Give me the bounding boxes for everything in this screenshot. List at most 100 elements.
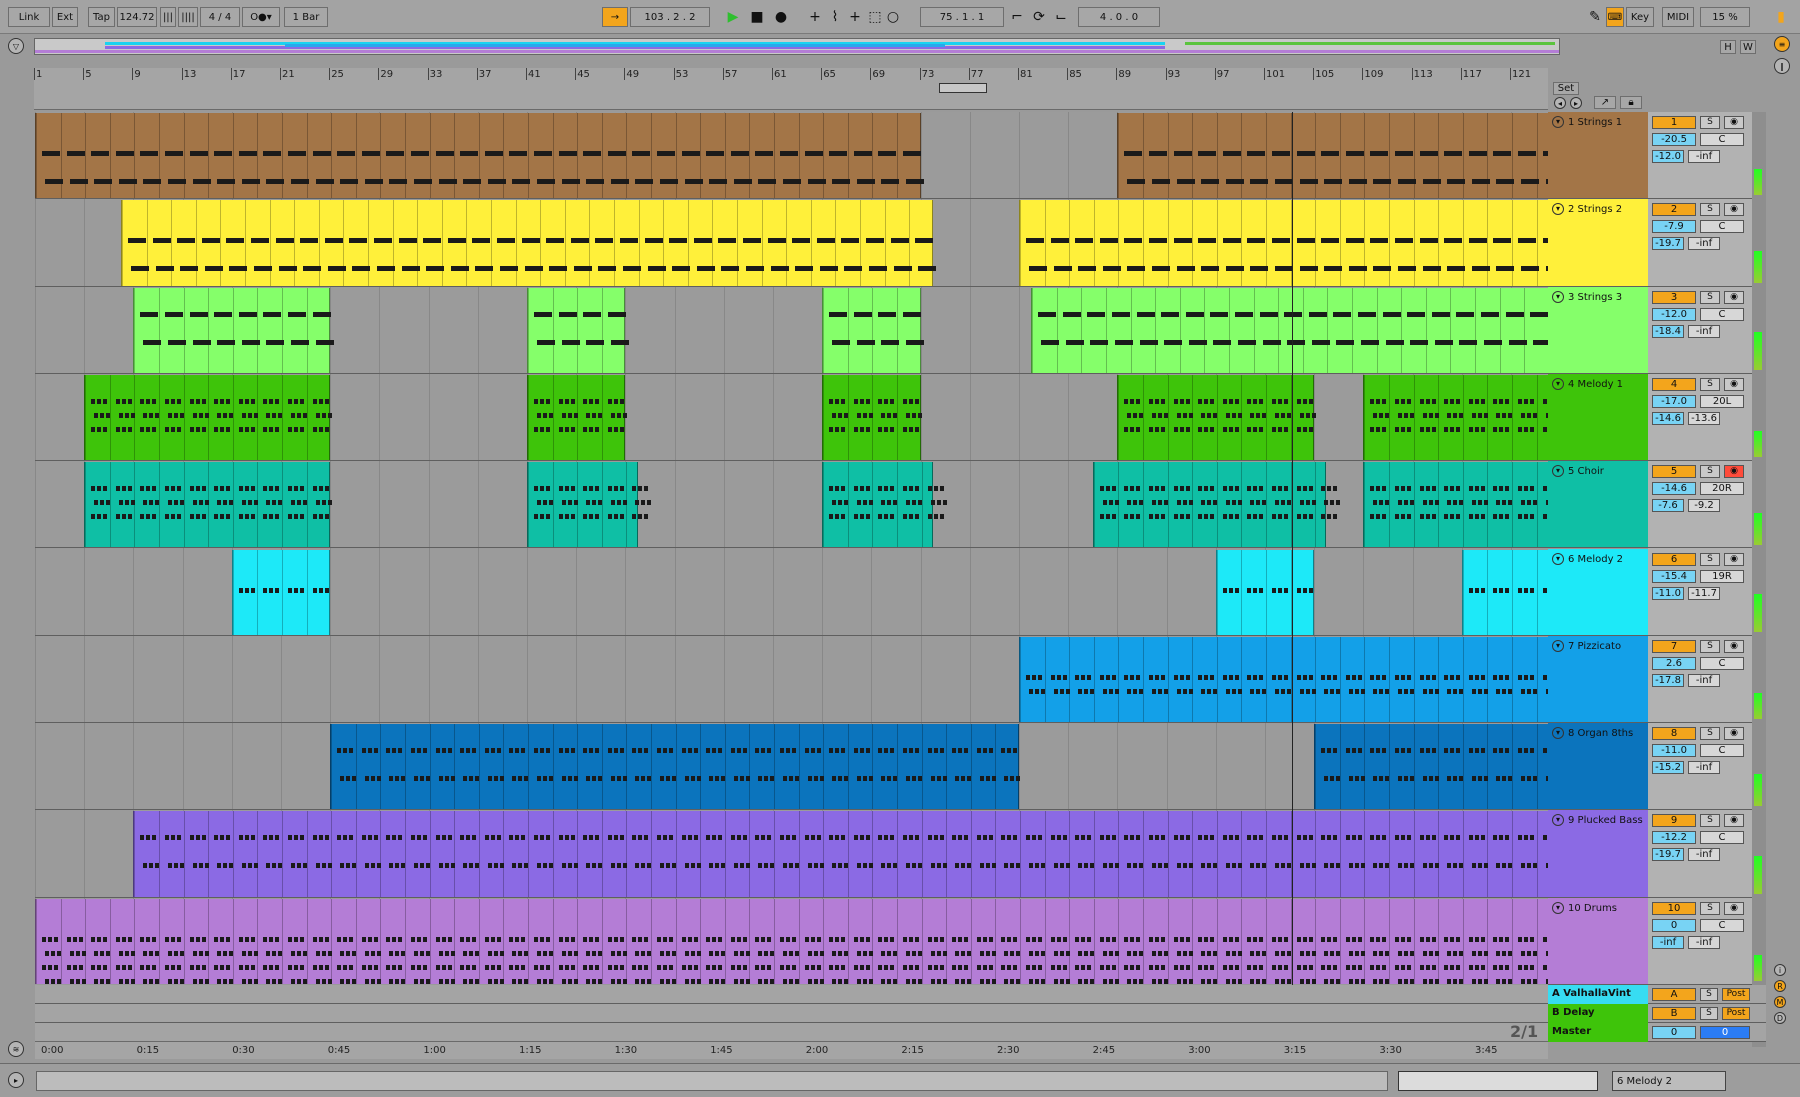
midi-clip[interactable]	[822, 374, 922, 461]
send-b-field[interactable]: -11.7	[1688, 586, 1720, 600]
midi-clip[interactable]	[1117, 374, 1316, 461]
solo-button[interactable]: S	[1700, 116, 1720, 129]
volume-field[interactable]: -17.0	[1652, 394, 1696, 408]
return-track[interactable]: B Delay B S Post	[35, 1004, 1766, 1023]
track-name[interactable]: 8 Organ 8ths	[1568, 728, 1633, 739]
record-arm-icon[interactable]: ◉	[1724, 465, 1744, 479]
send-b-field[interactable]: -inf	[1688, 935, 1720, 949]
send-b-field[interactable]: -inf	[1688, 761, 1720, 775]
send-a-field[interactable]: -inf	[1652, 935, 1684, 949]
pre-post-toggle[interactable]: Post	[1722, 988, 1750, 1001]
return-track[interactable]: Master 0 0	[35, 1023, 1766, 1042]
arrangement-overview[interactable]	[34, 38, 1560, 55]
time-ruler[interactable]: 0:00 0:15 0:30 0:45 1:00 1:15 1:30 1:45 2:00 2:15…	[35, 1041, 1548, 1059]
pan-field[interactable]: C	[1700, 133, 1744, 146]
track-activator-button[interactable]: 10	[1652, 901, 1696, 915]
fold-toggle-icon[interactable]: ▾	[1552, 814, 1564, 827]
re-enable-automation-icon[interactable]: +	[844, 6, 866, 28]
midi-clip[interactable]	[527, 462, 652, 548]
solo-button[interactable]: S	[1700, 639, 1720, 653]
midi-clip[interactable]	[84, 462, 332, 548]
track-lane[interactable]	[35, 723, 1548, 811]
send-a-field[interactable]: -18.4	[1652, 324, 1684, 338]
record-icon[interactable]: ●	[770, 6, 792, 28]
send-a-field[interactable]: -19.7	[1652, 848, 1684, 862]
send-b-field[interactable]: -inf	[1688, 237, 1720, 251]
track-name[interactable]: 5 Choir	[1568, 466, 1604, 477]
master-volume-field[interactable]: 0	[1700, 1026, 1750, 1039]
pan-field[interactable]: 20L	[1700, 394, 1744, 408]
tempo-field[interactable]: 124.72	[117, 7, 157, 27]
tap-tempo-button[interactable]: Tap	[88, 7, 115, 27]
clip-overview-thumbnail[interactable]	[1398, 1071, 1598, 1091]
midi-clip[interactable]	[133, 811, 1548, 897]
solo-button[interactable]: S	[1700, 465, 1720, 479]
send-a-field[interactable]: -14.6	[1652, 411, 1684, 425]
midi-clip[interactable]	[527, 287, 629, 373]
track-header[interactable]: ▾ 1 Strings 1	[1548, 112, 1648, 200]
track-header[interactable]: ▾ 7 Pizzicato	[1548, 635, 1648, 724]
pan-field[interactable]: C	[1700, 744, 1744, 758]
midi-clip[interactable]	[1031, 287, 1548, 373]
track-activator-button[interactable]: 9	[1652, 814, 1696, 828]
midi-clip[interactable]	[35, 898, 1548, 984]
solo-button[interactable]: S	[1700, 727, 1720, 741]
loop-switch-icon[interactable]: ⟳	[1028, 6, 1050, 28]
beat-time-ruler[interactable]: 1 5 9 13 17 21 25 29 33 37 41 45 49 53 57 61 65 69 73 77 81 8…	[34, 68, 1548, 110]
punch-in-icon[interactable]: ⌐	[1006, 6, 1028, 28]
midi-clip[interactable]	[527, 374, 627, 461]
key-map-button[interactable]: Key	[1626, 7, 1654, 27]
volume-field[interactable]: -15.4	[1652, 569, 1696, 583]
link-button[interactable]: Link	[8, 7, 50, 27]
track-activator-button[interactable]: 1	[1652, 116, 1696, 129]
track-name[interactable]: 9 Plucked Bass	[1568, 815, 1643, 826]
track-activator-button[interactable]: 2	[1652, 203, 1696, 217]
scroll-handle-icon[interactable]: ‖	[1774, 58, 1790, 74]
midi-clip[interactable]	[1117, 113, 1548, 199]
loop-length-field[interactable]: 4 . 0 . 0	[1078, 7, 1160, 27]
midi-clip[interactable]	[330, 724, 1021, 810]
return-track-name[interactable]: B Delay	[1548, 1004, 1648, 1023]
track-activator-button[interactable]: 4	[1652, 377, 1696, 391]
lock-icon[interactable]: 🔒︎	[1620, 96, 1642, 109]
return-solo-button[interactable]: S	[1700, 988, 1718, 1001]
pan-field[interactable]: C	[1700, 656, 1744, 670]
return-activator-button[interactable]: A	[1652, 988, 1696, 1001]
record-arm-icon[interactable]: ◉	[1724, 552, 1744, 566]
send-b-field[interactable]: -inf	[1688, 673, 1720, 687]
io-toggle-icon[interactable]: i	[1774, 964, 1786, 976]
fold-toggle-icon[interactable]: ▾	[1552, 727, 1564, 740]
send-a-field[interactable]: -7.6	[1652, 499, 1684, 513]
pan-field[interactable]: 19R	[1700, 569, 1744, 583]
track-lane[interactable]	[35, 810, 1548, 898]
volume-field[interactable]: 0	[1652, 918, 1696, 932]
nudge-up-icon[interactable]: ||||	[178, 7, 198, 27]
follow-arrangement-icon[interactable]: →	[602, 7, 628, 27]
record-arm-icon[interactable]: ◉	[1724, 814, 1744, 828]
automation-arm-icon[interactable]: ⌇	[824, 6, 846, 28]
track-header[interactable]: ▾ 3 Strings 3	[1548, 286, 1648, 374]
mixer-toggle-icon[interactable]: M	[1774, 996, 1786, 1008]
info-toggle-icon[interactable]: ≡	[1774, 36, 1790, 52]
record-arm-icon[interactable]: ◉	[1724, 203, 1744, 217]
track-lane[interactable]	[35, 199, 1548, 287]
midi-clip[interactable]	[121, 200, 937, 286]
send-a-field[interactable]: -12.0	[1652, 150, 1684, 163]
track-activator-button[interactable]: 7	[1652, 639, 1696, 653]
midi-map-button[interactable]: MIDI	[1662, 7, 1694, 27]
midi-clip[interactable]	[1019, 200, 1548, 286]
song-position-field[interactable]: 103 . 2 . 2	[630, 7, 710, 27]
stop-icon[interactable]: ■	[746, 6, 768, 28]
midi-clip[interactable]	[1314, 724, 1548, 810]
track-name[interactable]: 10 Drums	[1568, 903, 1617, 914]
track-lane[interactable]	[35, 112, 1548, 200]
return-track[interactable]: A ValhallaVint A S Post	[35, 985, 1766, 1004]
pan-field[interactable]: C	[1700, 307, 1744, 321]
send-b-field[interactable]: -9.2	[1688, 499, 1720, 513]
midi-clip[interactable]	[1019, 636, 1548, 723]
record-arm-icon[interactable]: ◉	[1724, 639, 1744, 653]
track-activator-button[interactable]: 6	[1652, 552, 1696, 566]
midi-clip[interactable]	[231, 549, 331, 635]
computer-midi-keyboard-icon[interactable]: ⌨	[1606, 7, 1624, 27]
record-arm-icon[interactable]: ◉	[1724, 116, 1744, 129]
